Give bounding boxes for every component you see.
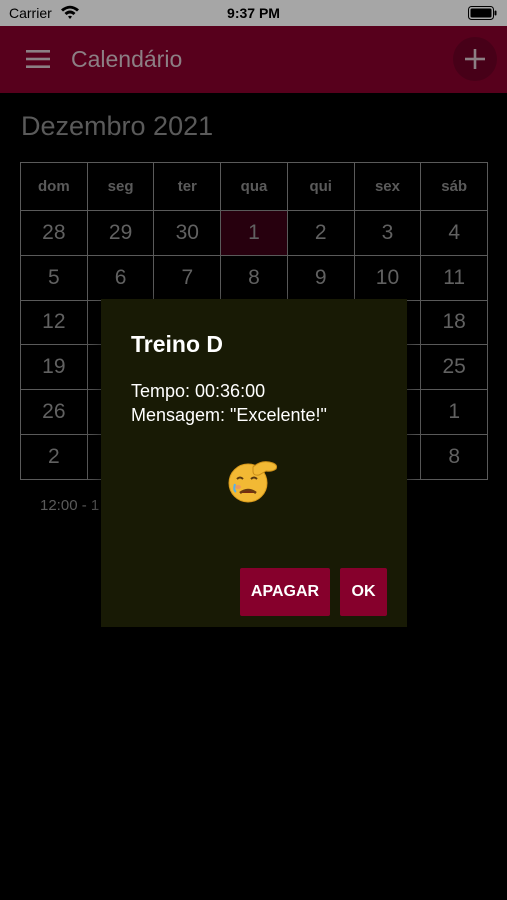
ok-button[interactable]: OK [340, 568, 387, 616]
dialog-title: Treino D [131, 331, 224, 357]
face-with-hand-over-forehead-icon [228, 461, 278, 503]
workout-dialog: Treino D Tempo: 00:36:00 Mensagem: "Exce… [101, 299, 407, 627]
dialog-message-text: Mensagem: "Excelente!" [131, 405, 327, 425]
dialog-time-text: Tempo: 00:36:00 [131, 381, 266, 401]
delete-button[interactable]: APAGAR [240, 568, 330, 616]
